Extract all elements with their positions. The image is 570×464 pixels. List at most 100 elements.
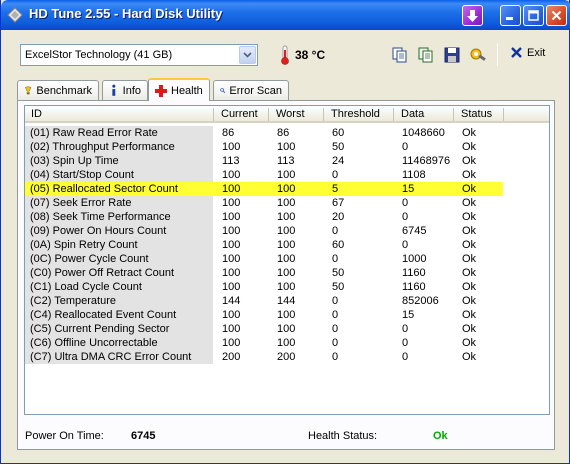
cell-threshold: 5 — [332, 183, 339, 195]
tab-benchmark[interactable]: Benchmark — [17, 80, 99, 100]
table-row[interactable]: (0A) Spin Retry Count 100 100 60 0 Ok — [25, 238, 503, 252]
table-row[interactable]: (C7) Ultra DMA CRC Error Count 200 200 0 0 Ok — [25, 350, 503, 364]
cell-id: (C5) Current Pending Sector — [30, 323, 170, 335]
drive-select-dropdown-button[interactable] — [239, 46, 256, 64]
exit-button[interactable]: Exit — [510, 46, 545, 59]
cell-data: 1108 — [402, 169, 426, 181]
tab-health-label: Health — [171, 84, 203, 97]
tab-health[interactable]: Health — [148, 78, 210, 101]
cell-data: 852006 — [402, 295, 439, 307]
cell-status: Ok — [462, 309, 477, 321]
cell-threshold: 20 — [332, 211, 345, 223]
options-icon[interactable] — [469, 46, 487, 64]
copy-all-icon[interactable] — [417, 46, 435, 64]
cell-worst: 100 — [277, 211, 296, 223]
tab-info-label: Info — [122, 84, 141, 97]
cell-data: 0 — [402, 197, 409, 209]
column-header-worst[interactable]: Worst — [270, 108, 305, 120]
table-row[interactable]: (0C) Power Cycle Count 100 100 0 1000 Ok — [25, 252, 503, 266]
column-header-status[interactable]: Status — [455, 108, 492, 120]
cell-data: 15 — [402, 183, 415, 195]
cell-current: 100 — [222, 309, 241, 321]
cell-data: 0 — [402, 351, 409, 363]
drive-select-value: ExcelStor Technology (41 GB) — [25, 49, 173, 61]
cell-data: 1048660 — [402, 127, 445, 139]
cell-data: 11468976 — [402, 155, 451, 167]
cell-threshold: 50 — [332, 281, 345, 293]
drive-select[interactable]: ExcelStor Technology (41 GB) — [20, 44, 258, 66]
table-row[interactable]: (08) Seek Time Performance 100 100 20 0 Ok — [25, 210, 503, 224]
cell-status: Ok — [462, 337, 477, 349]
cell-data: 0 — [402, 323, 409, 335]
cell-threshold: 0 — [332, 309, 339, 321]
cell-current: 100 — [222, 253, 241, 265]
cell-threshold: 0 — [332, 337, 339, 349]
cell-data: 1160 — [402, 281, 426, 293]
table-row[interactable]: (C5) Current Pending Sector 100 100 0 0 Ok — [25, 322, 503, 336]
app-icon — [7, 7, 23, 23]
cell-worst: 113 — [277, 155, 295, 167]
maximize-button[interactable] — [523, 5, 544, 26]
copy-icon[interactable] — [391, 46, 409, 64]
cell-status: Ok — [462, 155, 477, 167]
table-row[interactable]: (02) Throughput Performance 100 100 50 0 Ok — [25, 140, 503, 154]
download-button[interactable] — [462, 5, 483, 26]
table-row[interactable]: (C0) Power Off Retract Count 100 100 50 1160… — [25, 266, 503, 280]
smart-attributes-table[interactable]: ID Current Worst Threshold Data Status (… — [24, 105, 550, 415]
title-bar[interactable]: HD Tune 2.55 - Hard Disk Utility — [1, 0, 570, 30]
cell-status: Ok — [462, 267, 477, 279]
cell-current: 200 — [222, 351, 241, 363]
table-row[interactable]: (C4) Reallocated Event Count 100 100 0 15 Ok — [25, 308, 503, 322]
cell-current: 100 — [222, 239, 241, 251]
cell-current: 100 — [222, 197, 241, 209]
save-icon[interactable] — [443, 46, 461, 64]
table-row[interactable]: (04) Start/Stop Count 100 100 0 1108 Ok — [25, 168, 503, 182]
cell-data: 15 — [402, 309, 415, 321]
table-row[interactable]: (03) Spin Up Time 113 113 24 11468976 Ok — [25, 154, 503, 168]
cell-id: (05) Reallocated Sector Count — [30, 183, 178, 195]
column-header-threshold[interactable]: Threshold — [325, 108, 380, 120]
header-divider — [268, 108, 269, 121]
exit-label: Exit — [527, 46, 546, 59]
minimize-button[interactable] — [500, 5, 521, 26]
table-row[interactable]: (01) Raw Read Error Rate 86 86 60 1048660 Ok — [25, 126, 503, 140]
cell-data: 0 — [402, 337, 409, 349]
tab-info[interactable]: Info — [102, 80, 148, 100]
close-button[interactable] — [546, 5, 567, 26]
cell-current: 100 — [222, 337, 241, 349]
cell-status: Ok — [462, 183, 477, 195]
table-row[interactable]: (C6) Offline Uncorrectable 100 100 0 0 Ok — [25, 336, 503, 350]
cell-id: (C1) Load Cycle Count — [30, 281, 142, 293]
cell-status: Ok — [462, 225, 477, 237]
cell-current: 100 — [222, 323, 241, 335]
header-divider — [213, 108, 214, 121]
cell-threshold: 0 — [332, 295, 339, 307]
cell-id: (C6) Offline Uncorrectable — [30, 337, 158, 349]
cell-current: 100 — [222, 169, 241, 181]
cell-current: 86 — [222, 127, 235, 139]
cell-status: Ok — [462, 197, 477, 209]
table-row[interactable]: (07) Seek Error Rate 100 100 67 0 Ok — [25, 196, 503, 210]
tab-error-scan[interactable]: Error Scan — [213, 80, 289, 100]
cell-data: 1160 — [402, 267, 426, 279]
cell-id: (02) Throughput Performance — [30, 141, 175, 153]
cell-worst: 100 — [277, 267, 296, 279]
cell-worst: 100 — [277, 183, 296, 195]
benchmark-icon — [25, 86, 32, 95]
cell-worst: 100 — [277, 197, 296, 209]
power-on-time-value: 6745 — [131, 430, 156, 442]
cell-id: (C4) Reallocated Event Count — [30, 309, 177, 321]
cell-worst: 100 — [277, 323, 296, 335]
cell-worst: 100 — [277, 225, 296, 237]
cell-threshold: 60 — [332, 127, 345, 139]
app-window: HD Tune 2.55 - Hard Disk Utility ExcelSt… — [0, 0, 570, 464]
table-row[interactable]: (05) Reallocated Sector Count 100 100 5 15 Ok — [25, 182, 503, 196]
column-header-data[interactable]: Data — [395, 108, 424, 120]
table-row[interactable]: (09) Power On Hours Count 100 100 0 6745 Ok — [25, 224, 503, 238]
table-row[interactable]: (C1) Load Cycle Count 100 100 50 1160 Ok — [25, 280, 503, 294]
cell-data: 0 — [402, 239, 409, 251]
table-row[interactable]: (C2) Temperature 144 144 0 852006 Ok — [25, 294, 503, 308]
column-header-current[interactable]: Current — [215, 108, 258, 120]
column-header-id[interactable]: ID — [25, 108, 42, 120]
cell-threshold: 0 — [332, 323, 339, 335]
